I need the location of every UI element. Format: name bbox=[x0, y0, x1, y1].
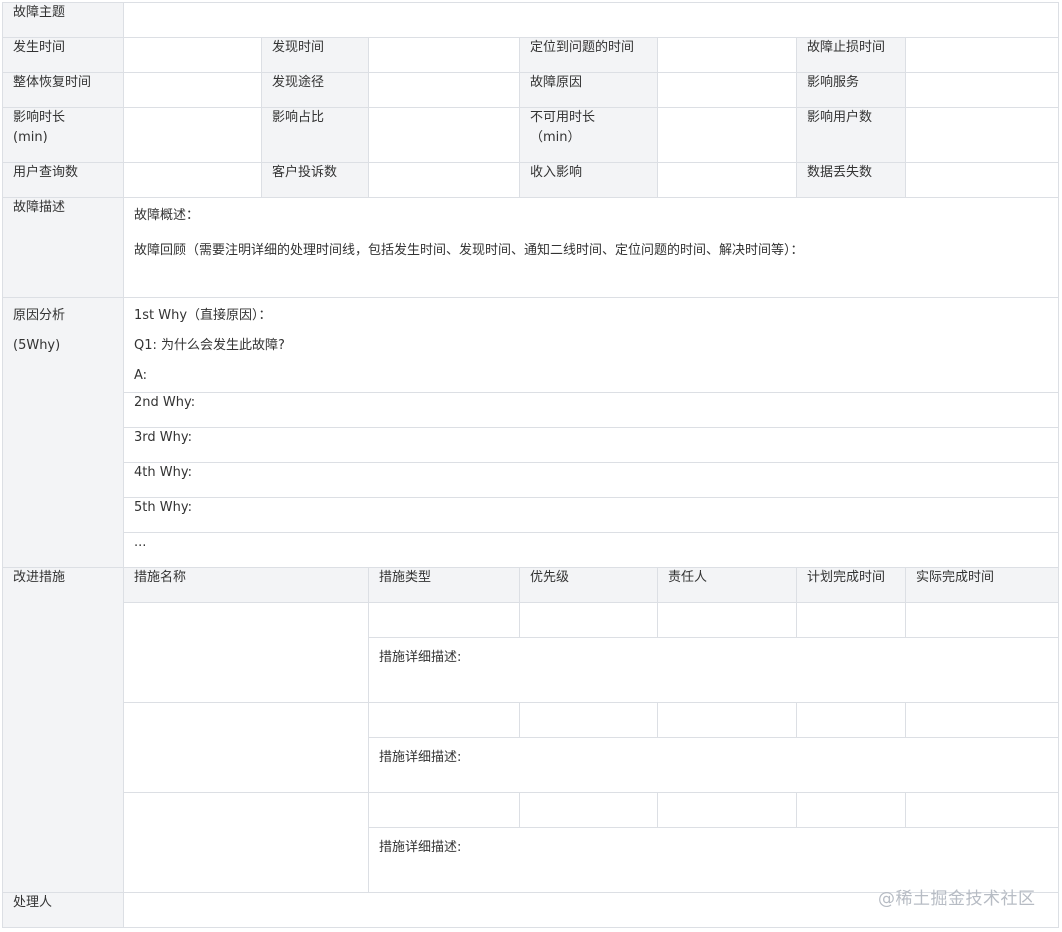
stop-loss-time-value[interactable] bbox=[905, 37, 1059, 73]
fault-cause-value[interactable] bbox=[657, 72, 797, 108]
why3-row: 3rd Why: bbox=[3, 427, 1059, 463]
why2-row: 2nd Why: bbox=[3, 392, 1059, 428]
locate-time-label: 定位到问题的时间 bbox=[519, 37, 658, 73]
description-cell[interactable]: 故障概述： 故障回顾（需要注明详细的处理时间线，包括发生时间、发现时间、通知二线… bbox=[123, 197, 1059, 298]
col-actual-date: 实际完成时间 bbox=[905, 567, 1059, 603]
recovery-time-value[interactable] bbox=[123, 72, 262, 108]
user-queries-label: 用户查询数 bbox=[2, 162, 124, 198]
fault-review: 故障回顾（需要注明详细的处理时间线，包括发生时间、发现时间、通知二线时间、定位问… bbox=[134, 243, 804, 258]
improvement-header-row: 改进措施 措施名称 措施类型 优先级 责任人 计划完成时间 实际完成时间 bbox=[2, 567, 1059, 893]
owner-cell[interactable] bbox=[657, 602, 797, 638]
incident-report-table: 故障主题 发生时间 发现时间 定位到问题的时间 故障止损时间 整体恢复时间 发现… bbox=[2, 2, 1059, 928]
why1-answer: A: bbox=[134, 368, 148, 383]
measure-row bbox=[3, 702, 1059, 793]
col-owner: 责任人 bbox=[657, 567, 797, 603]
occurrence-time-label: 发生时间 bbox=[2, 37, 124, 73]
impact-ratio-value[interactable] bbox=[368, 107, 520, 163]
planned-date-cell[interactable] bbox=[796, 792, 906, 828]
recovery-time-label: 整体恢复时间 bbox=[2, 72, 124, 108]
measure-row bbox=[3, 792, 1059, 893]
impact-duration-value[interactable] bbox=[123, 107, 262, 163]
complaints-value[interactable] bbox=[368, 162, 520, 198]
discovery-channel-label: 发现途径 bbox=[261, 72, 369, 108]
discovery-time-value[interactable] bbox=[368, 37, 520, 73]
priority-cell[interactable] bbox=[519, 702, 658, 738]
measure-detail-cell[interactable]: 措施详细描述: bbox=[368, 637, 1059, 703]
analysis-row: 原因分析 (5Why) 1st Why（直接原因）： Q1: 为什么会发生此故障… bbox=[2, 297, 1059, 568]
title-label: 故障主题 bbox=[2, 2, 124, 38]
measure-type-cell[interactable] bbox=[368, 792, 520, 828]
priority-cell[interactable] bbox=[519, 792, 658, 828]
col-planned-date: 计划完成时间 bbox=[796, 567, 906, 603]
why1-title: 1st Why（直接原因）： bbox=[134, 308, 272, 323]
discovery-channel-value[interactable] bbox=[368, 72, 520, 108]
fault-cause-label: 故障原因 bbox=[519, 72, 658, 108]
measure-row bbox=[3, 602, 1059, 703]
why-more-row: ... bbox=[3, 532, 1059, 568]
why5-cell[interactable]: 5th Why: bbox=[123, 497, 1059, 533]
planned-date-cell[interactable] bbox=[796, 702, 906, 738]
affected-users-label: 影响用户数 bbox=[796, 107, 906, 163]
discovery-time-label: 发现时间 bbox=[261, 37, 369, 73]
data-loss-value[interactable] bbox=[905, 162, 1059, 198]
affected-service-value[interactable] bbox=[905, 72, 1059, 108]
unavailable-duration-label: 不可用时长 （min） bbox=[519, 107, 658, 163]
impact-duration-label: 影响时长 (min) bbox=[2, 107, 124, 163]
impact-row: 影响时长 (min) 影响占比 不可用时长 （min） 影响用户数 bbox=[2, 107, 1059, 163]
why1-cell[interactable]: 1st Why（直接原因）： Q1: 为什么会发生此故障? A: bbox=[123, 297, 1059, 393]
affected-service-label: 影响服务 bbox=[796, 72, 906, 108]
measure-detail-cell[interactable]: 措施详细描述: bbox=[368, 737, 1059, 793]
measure-type-cell[interactable] bbox=[368, 702, 520, 738]
impact-ratio-label: 影响占比 bbox=[261, 107, 369, 163]
fault-overview: 故障概述： bbox=[134, 208, 200, 223]
analysis-label: 原因分析 (5Why) bbox=[2, 297, 124, 568]
why3-cell[interactable]: 3rd Why: bbox=[123, 427, 1059, 463]
col-measure-type: 措施类型 bbox=[368, 567, 520, 603]
why4-row: 4th Why: bbox=[3, 462, 1059, 498]
time-row: 发生时间 发现时间 定位到问题的时间 故障止损时间 bbox=[2, 37, 1059, 73]
user-queries-value[interactable] bbox=[123, 162, 262, 198]
stop-loss-time-label: 故障止损时间 bbox=[796, 37, 906, 73]
owner-cell[interactable] bbox=[657, 702, 797, 738]
col-priority: 优先级 bbox=[519, 567, 658, 603]
planned-date-cell[interactable] bbox=[796, 602, 906, 638]
handler-label: 处理人 bbox=[2, 892, 124, 928]
title-value-cell[interactable] bbox=[123, 2, 1059, 38]
affected-users-value[interactable] bbox=[905, 107, 1059, 163]
actual-date-cell[interactable] bbox=[905, 702, 1059, 738]
revenue-impact-value[interactable] bbox=[657, 162, 797, 198]
actual-date-cell[interactable] bbox=[905, 792, 1059, 828]
locate-time-value[interactable] bbox=[657, 37, 797, 73]
why1-question: Q1: 为什么会发生此故障? bbox=[134, 338, 285, 353]
col-measure-name: 措施名称 bbox=[123, 567, 369, 603]
unavailable-duration-value[interactable] bbox=[657, 107, 797, 163]
why2-cell[interactable]: 2nd Why: bbox=[123, 392, 1059, 428]
why5-row: 5th Why: bbox=[3, 497, 1059, 533]
revenue-impact-label: 收入影响 bbox=[519, 162, 658, 198]
measure-type-cell[interactable] bbox=[368, 602, 520, 638]
description-row: 故障描述 故障概述： 故障回顾（需要注明详细的处理时间线，包括发生时间、发现时间… bbox=[2, 197, 1059, 298]
why4-cell[interactable]: 4th Why: bbox=[123, 462, 1059, 498]
measure-detail-cell[interactable]: 措施详细描述: bbox=[368, 827, 1059, 893]
loss-row: 用户查询数 客户投诉数 收入影响 数据丢失数 bbox=[2, 162, 1059, 198]
measure-name-cell[interactable] bbox=[123, 792, 369, 893]
occurrence-time-value[interactable] bbox=[123, 37, 262, 73]
cause-row: 整体恢复时间 发现途径 故障原因 影响服务 bbox=[2, 72, 1059, 108]
description-label: 故障描述 bbox=[2, 197, 124, 298]
owner-cell[interactable] bbox=[657, 792, 797, 828]
title-row: 故障主题 bbox=[2, 2, 1059, 38]
measure-name-cell[interactable] bbox=[123, 702, 369, 793]
measure-name-cell[interactable] bbox=[123, 602, 369, 703]
actual-date-cell[interactable] bbox=[905, 602, 1059, 638]
why-more-cell[interactable]: ... bbox=[123, 532, 1059, 568]
data-loss-label: 数据丢失数 bbox=[796, 162, 906, 198]
priority-cell[interactable] bbox=[519, 602, 658, 638]
complaints-label: 客户投诉数 bbox=[261, 162, 369, 198]
improvement-label: 改进措施 bbox=[2, 567, 124, 893]
watermark: @稀土掘金技术社区 bbox=[878, 889, 1036, 909]
